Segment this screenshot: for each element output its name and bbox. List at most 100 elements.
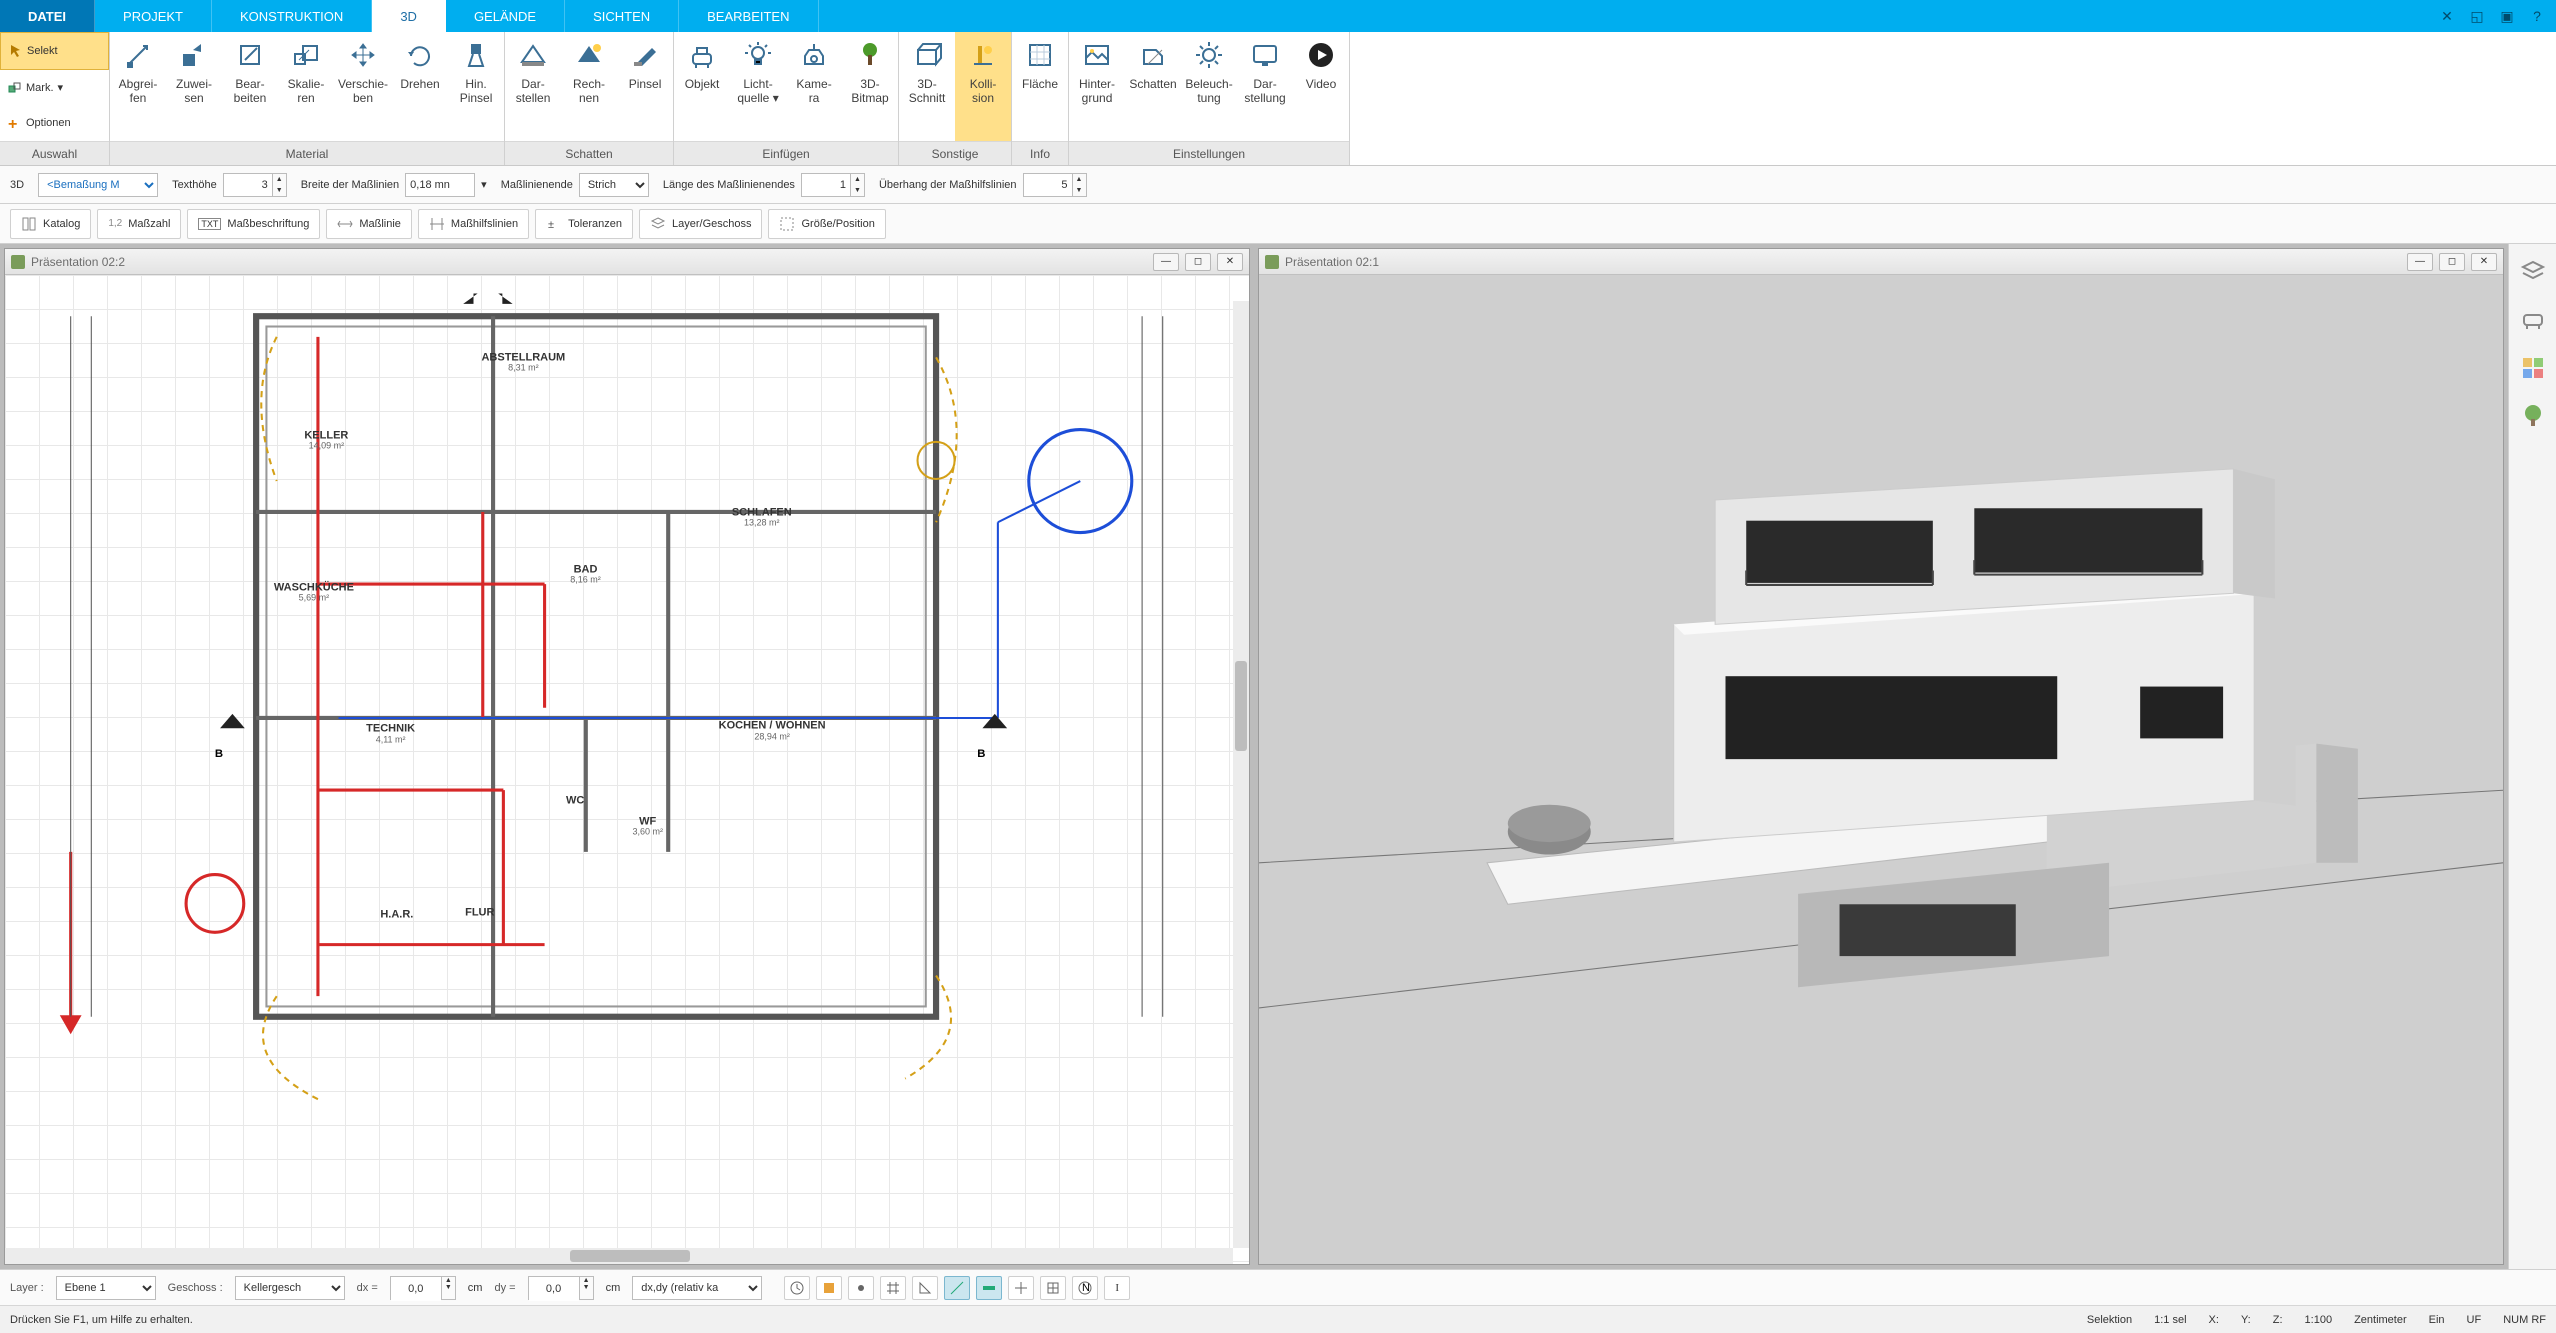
pane-minimize-icon[interactable]: — [1153, 253, 1179, 271]
status-selection: Selektion [2087, 1314, 2132, 1326]
pane-maximize-icon[interactable]: ◻ [2439, 253, 2465, 271]
ribbon-drehen-button[interactable]: Drehen [392, 32, 448, 141]
side-mark-label: Mark. [26, 82, 54, 94]
ribbon-darstellen-label: Dar- stellen [516, 78, 551, 106]
snap-point-icon[interactable] [848, 1276, 874, 1300]
rechnen-icon [572, 38, 606, 72]
ribbon-hin-pinsel-button[interactable]: Hin. Pinsel [448, 32, 504, 141]
text-cursor-icon[interactable]: I [1104, 1276, 1130, 1300]
tab-konstruktion[interactable]: KONSTRUKTION [212, 0, 372, 32]
dx-input[interactable]: ▲▼ [390, 1276, 456, 1300]
window-restore-icon[interactable]: ◱ [2466, 6, 2488, 26]
ribbon-zuweisen-button[interactable]: Zuwei- sen [166, 32, 222, 141]
status-x: X: [2209, 1314, 2219, 1326]
ribbon-objekt-button[interactable]: Objekt [674, 32, 730, 141]
ueberhang-spin[interactable]: ▲▼ [1023, 173, 1087, 197]
ribbon-3d-schnitt-button[interactable]: 3D- Schnitt [899, 32, 955, 141]
side-optionen[interactable]: + Optionen [0, 105, 109, 141]
plus-icon: + [8, 116, 22, 130]
coord-mode-select[interactable]: dx,dy (relativ ka [632, 1276, 762, 1300]
tab-gelaende[interactable]: GELÄNDE [446, 0, 565, 32]
furniture-icon[interactable] [2519, 306, 2547, 334]
laenge-spin[interactable]: ▲▼ [801, 173, 865, 197]
snap-grid2-icon[interactable] [1040, 1276, 1066, 1300]
pane-3d-title: Präsentation 02:1 [1285, 255, 2401, 269]
ribbon-kollision-button[interactable]: Kolli- sion [955, 32, 1011, 141]
preset-select[interactable]: <Bemaßung M [38, 173, 158, 197]
window-maximize-icon[interactable]: ▣ [2496, 6, 2518, 26]
toleranzen-button[interactable]: ±Toleranzen [535, 209, 633, 239]
ribbon-lichtquelle-button[interactable]: Licht- quelle ▾ [730, 32, 786, 141]
svg-text:B: B [977, 748, 985, 760]
ribbon-rechnen-button[interactable]: Rech- nen [561, 32, 617, 141]
pane-icon [11, 255, 25, 269]
massbeschriftung-button[interactable]: TXTMaßbeschriftung [187, 209, 320, 239]
ribbon-verschieben-button[interactable]: Verschie- ben [334, 32, 392, 141]
window-help-icon[interactable]: ? [2526, 6, 2548, 26]
snap-object-icon[interactable] [816, 1276, 842, 1300]
geschoss-select[interactable]: Kellergesch [235, 1276, 345, 1300]
ribbon-darstellung-button[interactable]: Dar- stellung [1237, 32, 1293, 141]
status-uf: UF [2467, 1314, 2482, 1326]
layer-button[interactable]: Layer/Geschoss [639, 209, 762, 239]
tree-icon[interactable] [2519, 402, 2547, 430]
dropdown-icon[interactable]: ▾ [481, 178, 487, 191]
ribbon-schatten2-button[interactable]: Schatten [1125, 32, 1181, 141]
view-3d[interactable] [1259, 275, 2503, 1264]
clock-icon[interactable] [784, 1276, 810, 1300]
view-2d[interactable]: B B ABSTELLRAUM8,31 m²KELLER14,09 m²SCHL… [5, 275, 1249, 1264]
skalieren-icon [289, 38, 323, 72]
pane-minimize-icon[interactable]: — [2407, 253, 2433, 271]
ribbon: Selekt Mark. ▾ + Optionen Auswahl Abgrei… [0, 32, 2556, 166]
pane-2d: Präsentation 02:2 — ◻ ✕ [4, 248, 1250, 1265]
snap-angle-icon[interactable] [912, 1276, 938, 1300]
pane-close-icon[interactable]: ✕ [1217, 253, 1243, 271]
color-palette-icon[interactable] [2519, 354, 2547, 382]
ribbon-video-button[interactable]: Video [1293, 32, 1349, 141]
groesse-button[interactable]: Größe/Position [768, 209, 885, 239]
snap-grid-icon[interactable] [880, 1276, 906, 1300]
side-selekt[interactable]: Selekt [0, 32, 109, 70]
ribbon-beleuchtung-button[interactable]: Beleuch- tung [1181, 32, 1237, 141]
masslinie-button[interactable]: Maßlinie [326, 209, 412, 239]
ribbon-skalieren-button[interactable]: Skalie- ren [278, 32, 334, 141]
ribbon-kamera-button[interactable]: Kame- ra [786, 32, 842, 141]
ribbon-pinsel-button[interactable]: Pinsel [617, 32, 673, 141]
masszahl-button[interactable]: 1,2Maßzahl [97, 209, 181, 239]
ribbon-group-schatten: Dar- stellenRech- nenPinselSchatten [505, 32, 674, 165]
layer-select[interactable]: Ebene 1 [56, 1276, 156, 1300]
breite-input[interactable] [405, 173, 475, 197]
ribbon-beleuchtung-label: Beleuch- tung [1185, 78, 1232, 106]
ribbon-bearbeiten-button[interactable]: Bear- beiten [222, 32, 278, 141]
vertical-scrollbar[interactable] [1233, 301, 1249, 1248]
tab-3d[interactable]: 3D [372, 0, 446, 32]
ribbon-flaeche-button[interactable]: Fläche [1012, 32, 1068, 141]
snap-line-icon[interactable] [944, 1276, 970, 1300]
ribbon-abgreifen-button[interactable]: Abgrei- fen [110, 32, 166, 141]
enden-select[interactable]: Strich [579, 173, 649, 197]
katalog-button[interactable]: Katalog [10, 209, 91, 239]
window-minimize-icon[interactable]: ✕ [2436, 6, 2458, 26]
texthoehe-spin[interactable]: ▲▼ [223, 173, 287, 197]
snap-north-icon[interactable]: N [1072, 1276, 1098, 1300]
ribbon-hintergrund-button[interactable]: Hinter- grund [1069, 32, 1125, 141]
masshilfslinien-button[interactable]: Maßhilfslinien [418, 209, 529, 239]
pane-maximize-icon[interactable]: ◻ [1185, 253, 1211, 271]
pane-close-icon[interactable]: ✕ [2471, 253, 2497, 271]
ribbon-abgreifen-label: Abgrei- fen [119, 78, 158, 106]
layers-panel-icon[interactable] [2519, 258, 2547, 286]
tab-datei[interactable]: DATEI [0, 0, 95, 32]
drehen-icon [403, 38, 437, 72]
ribbon-objekt-label: Objekt [685, 78, 720, 92]
side-mark[interactable]: Mark. ▾ [0, 70, 109, 106]
horizontal-scrollbar[interactable] [5, 1248, 1233, 1264]
ribbon-3d-bitmap-button[interactable]: 3D- Bitmap [842, 32, 898, 141]
tab-bearbeiten[interactable]: BEARBEITEN [679, 0, 818, 32]
tab-projekt[interactable]: PROJEKT [95, 0, 212, 32]
status-unit: Zentimeter [2354, 1314, 2407, 1326]
ribbon-darstellen-button[interactable]: Dar- stellen [505, 32, 561, 141]
tab-sichten[interactable]: SICHTEN [565, 0, 679, 32]
snap-wall-icon[interactable] [976, 1276, 1002, 1300]
dy-input[interactable]: ▲▼ [528, 1276, 594, 1300]
snap-intersection-icon[interactable] [1008, 1276, 1034, 1300]
